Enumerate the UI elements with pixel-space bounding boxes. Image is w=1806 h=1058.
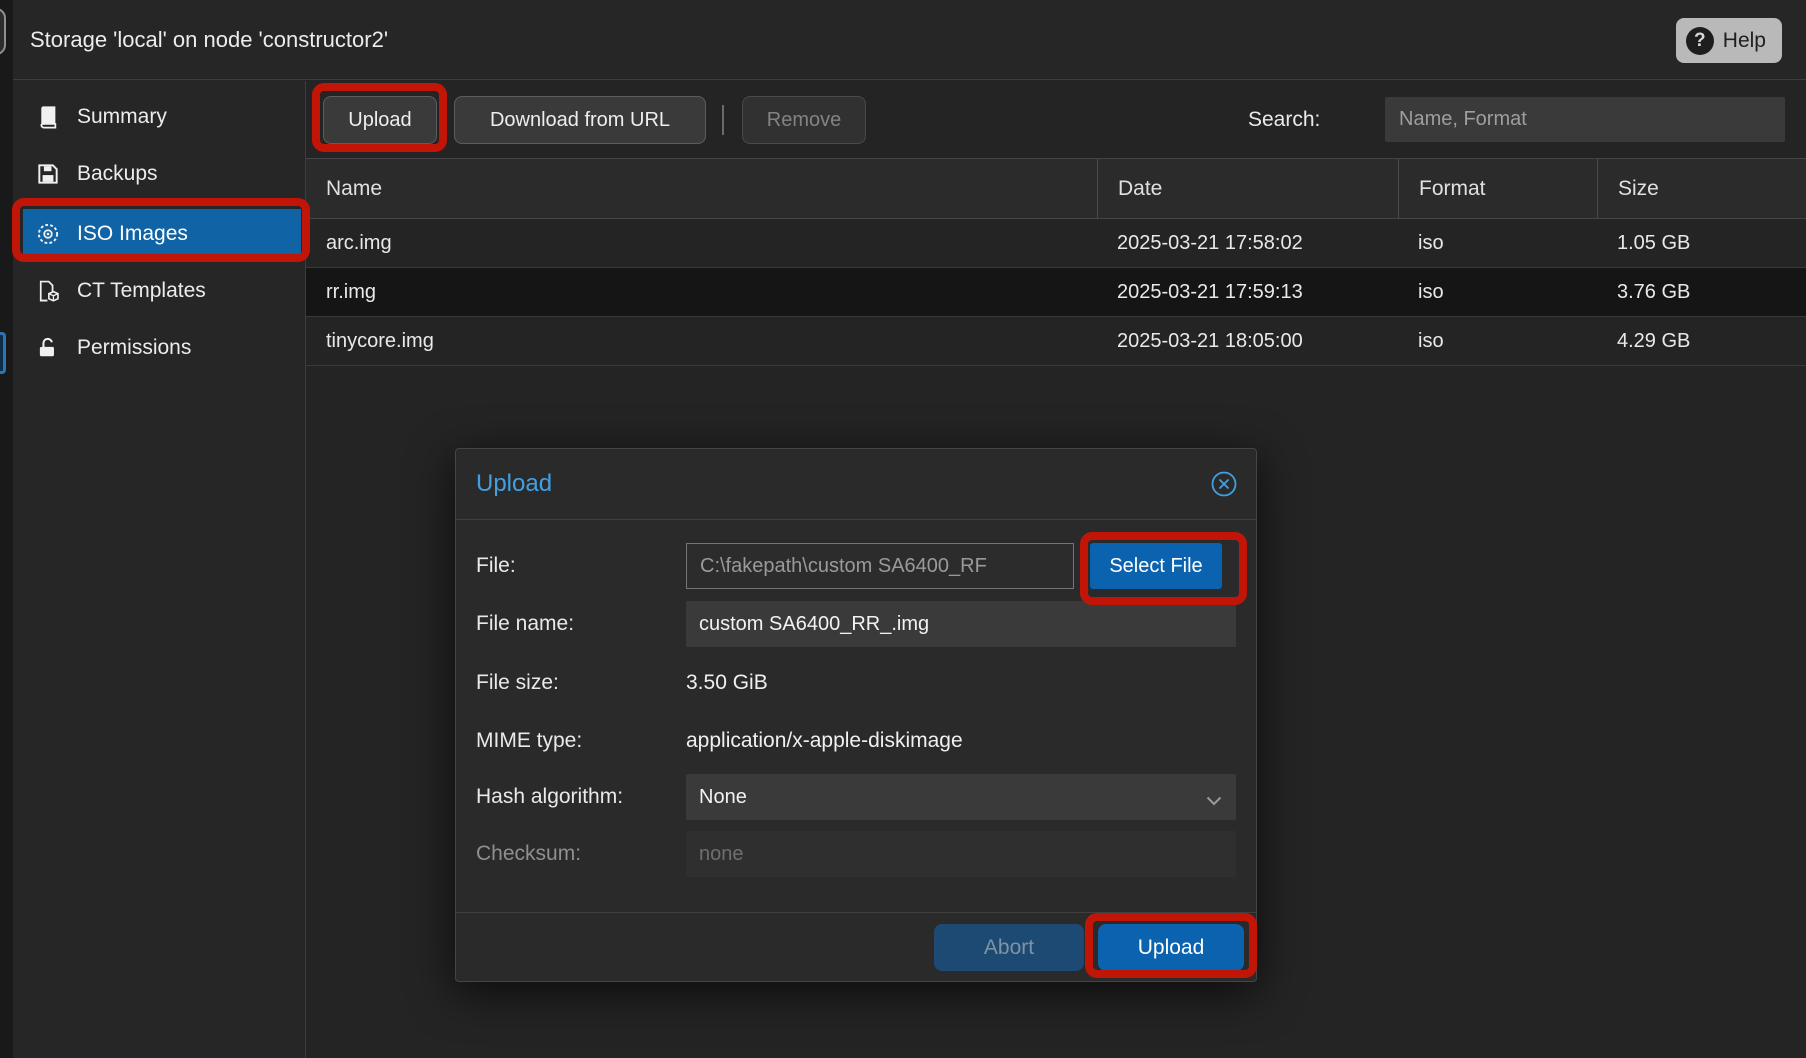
sidebar-item-label: ISO Images — [77, 222, 188, 246]
mime-type-row: MIME type: application/x-apple-diskimage — [456, 718, 1256, 764]
help-button-label: Help — [1723, 29, 1766, 53]
background-selected-fragment — [0, 332, 6, 374]
background-panel-edge — [0, 0, 13, 1058]
file-name-label: File name: — [476, 601, 574, 647]
cell-date: 2025-03-21 17:59:13 — [1097, 268, 1398, 316]
table-row[interactable]: rr.img 2025-03-21 17:59:13 iso 3.76 GB — [306, 268, 1806, 317]
cell-size: 3.76 GB — [1597, 268, 1806, 316]
app-root: Storage 'local' on node 'constructor2' ?… — [0, 0, 1806, 1058]
cell-size: 1.05 GB — [1597, 219, 1806, 267]
file-name-row: File name: — [456, 601, 1256, 647]
ct-template-icon — [35, 278, 61, 304]
file-name-input[interactable] — [686, 601, 1236, 647]
sidebar-item-summary[interactable]: Summary — [23, 92, 301, 142]
chevron-down-icon — [1206, 793, 1222, 811]
column-header-format[interactable]: Format — [1398, 159, 1597, 218]
sidebar-item-label: CT Templates — [77, 279, 206, 303]
cd-icon — [35, 221, 61, 247]
hash-algorithm-row: Hash algorithm: None — [456, 774, 1256, 820]
dialog-upload-button[interactable]: Upload — [1098, 924, 1244, 971]
file-size-row: File size: 3.50 GiB — [456, 660, 1256, 706]
sidebar-item-label: Backups — [77, 162, 158, 186]
file-label: File: — [476, 543, 516, 589]
table-row[interactable]: arc.img 2025-03-21 17:58:02 iso 1.05 GB — [306, 219, 1806, 268]
download-from-url-button[interactable]: Download from URL — [454, 96, 706, 144]
cell-format: iso — [1398, 317, 1597, 365]
upload-dialog-header[interactable]: Upload — [456, 449, 1256, 520]
page-title: Storage 'local' on node 'constructor2' — [30, 0, 388, 80]
close-icon[interactable] — [1210, 470, 1238, 498]
cell-date: 2025-03-21 17:58:02 — [1097, 219, 1398, 267]
sidebar-item-iso-images[interactable]: ISO Images — [23, 209, 301, 259]
book-icon — [35, 104, 61, 130]
cell-format: iso — [1398, 268, 1597, 316]
checksum-row: Checksum: — [456, 831, 1256, 877]
help-button[interactable]: ? Help — [1676, 18, 1782, 63]
abort-button: Abort — [934, 924, 1084, 971]
sidebar-item-label: Permissions — [77, 336, 191, 360]
column-header-size[interactable]: Size — [1597, 159, 1806, 218]
sidebar-item-ct-templates[interactable]: CT Templates — [23, 266, 301, 316]
cell-date: 2025-03-21 18:05:00 — [1097, 317, 1398, 365]
upload-dialog-title: Upload — [476, 449, 552, 519]
sidebar-item-permissions[interactable]: Permissions — [23, 323, 301, 373]
remove-button: Remove — [742, 96, 866, 144]
column-header-name[interactable]: Name — [306, 159, 1097, 218]
upload-dialog: Upload File: Select File File name: File… — [455, 448, 1257, 982]
mime-type-value: application/x-apple-diskimage — [686, 718, 963, 764]
cell-size: 4.29 GB — [1597, 317, 1806, 365]
upload-button[interactable]: Upload — [323, 96, 437, 144]
column-header-name-date[interactable]: Date — [1097, 159, 1398, 218]
file-size-value: 3.50 GiB — [686, 660, 768, 706]
select-file-button[interactable]: Select File — [1090, 543, 1222, 589]
background-tab-fragment — [0, 8, 6, 55]
sidebar-item-label: Summary — [77, 105, 167, 129]
unlock-icon — [35, 335, 61, 361]
hash-algorithm-value: None — [699, 774, 747, 820]
file-path-input[interactable] — [686, 543, 1074, 589]
file-row: File: Select File — [456, 543, 1256, 589]
floppy-icon — [35, 161, 61, 187]
cell-name: tinycore.img — [306, 317, 1097, 365]
search-input[interactable] — [1385, 97, 1785, 142]
hash-algorithm-label: Hash algorithm: — [476, 774, 623, 820]
checksum-input — [686, 831, 1236, 877]
hash-algorithm-select[interactable]: None — [686, 774, 1236, 820]
checksum-label: Checksum: — [476, 831, 581, 877]
table-header: Name Date Format Size — [306, 158, 1806, 219]
mime-type-label: MIME type: — [476, 718, 582, 764]
sidebar-item-backups[interactable]: Backups — [23, 149, 301, 199]
help-icon: ? — [1686, 27, 1714, 55]
file-size-label: File size: — [476, 660, 559, 706]
cell-name: arc.img — [306, 219, 1097, 267]
cell-name: rr.img — [306, 268, 1097, 316]
titlebar: Storage 'local' on node 'constructor2' ?… — [13, 0, 1806, 80]
dialog-footer-divider — [456, 912, 1256, 913]
table-row[interactable]: tinycore.img 2025-03-21 18:05:00 iso 4.2… — [306, 317, 1806, 366]
cell-format: iso — [1398, 219, 1597, 267]
search-label: Search: — [1248, 81, 1320, 159]
sidebar: Summary Backups ISO Images CT Templates … — [13, 81, 306, 1058]
toolbar-separator — [722, 105, 724, 135]
